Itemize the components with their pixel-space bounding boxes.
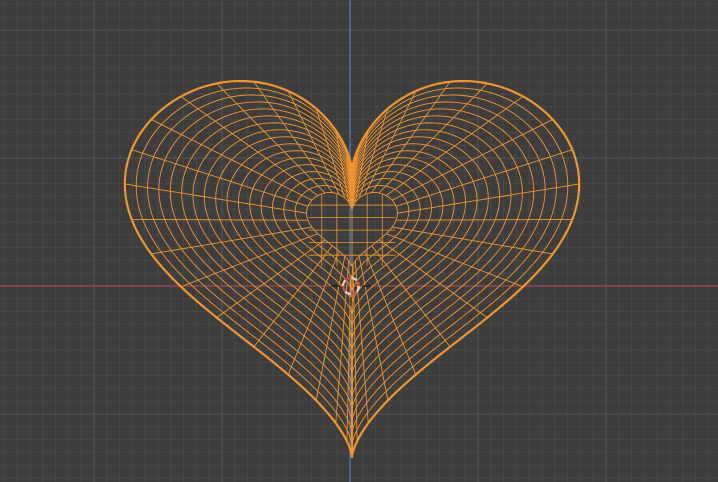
3d-viewport[interactable]	[0, 0, 718, 482]
heart-mesh-wireframe[interactable]	[123, 79, 581, 459]
mesh-spoke	[385, 96, 524, 196]
floor-grid	[0, 0, 718, 482]
viewport-canvas[interactable]	[0, 0, 718, 482]
mesh-spoke	[396, 218, 573, 221]
mesh-spoke	[180, 96, 319, 196]
